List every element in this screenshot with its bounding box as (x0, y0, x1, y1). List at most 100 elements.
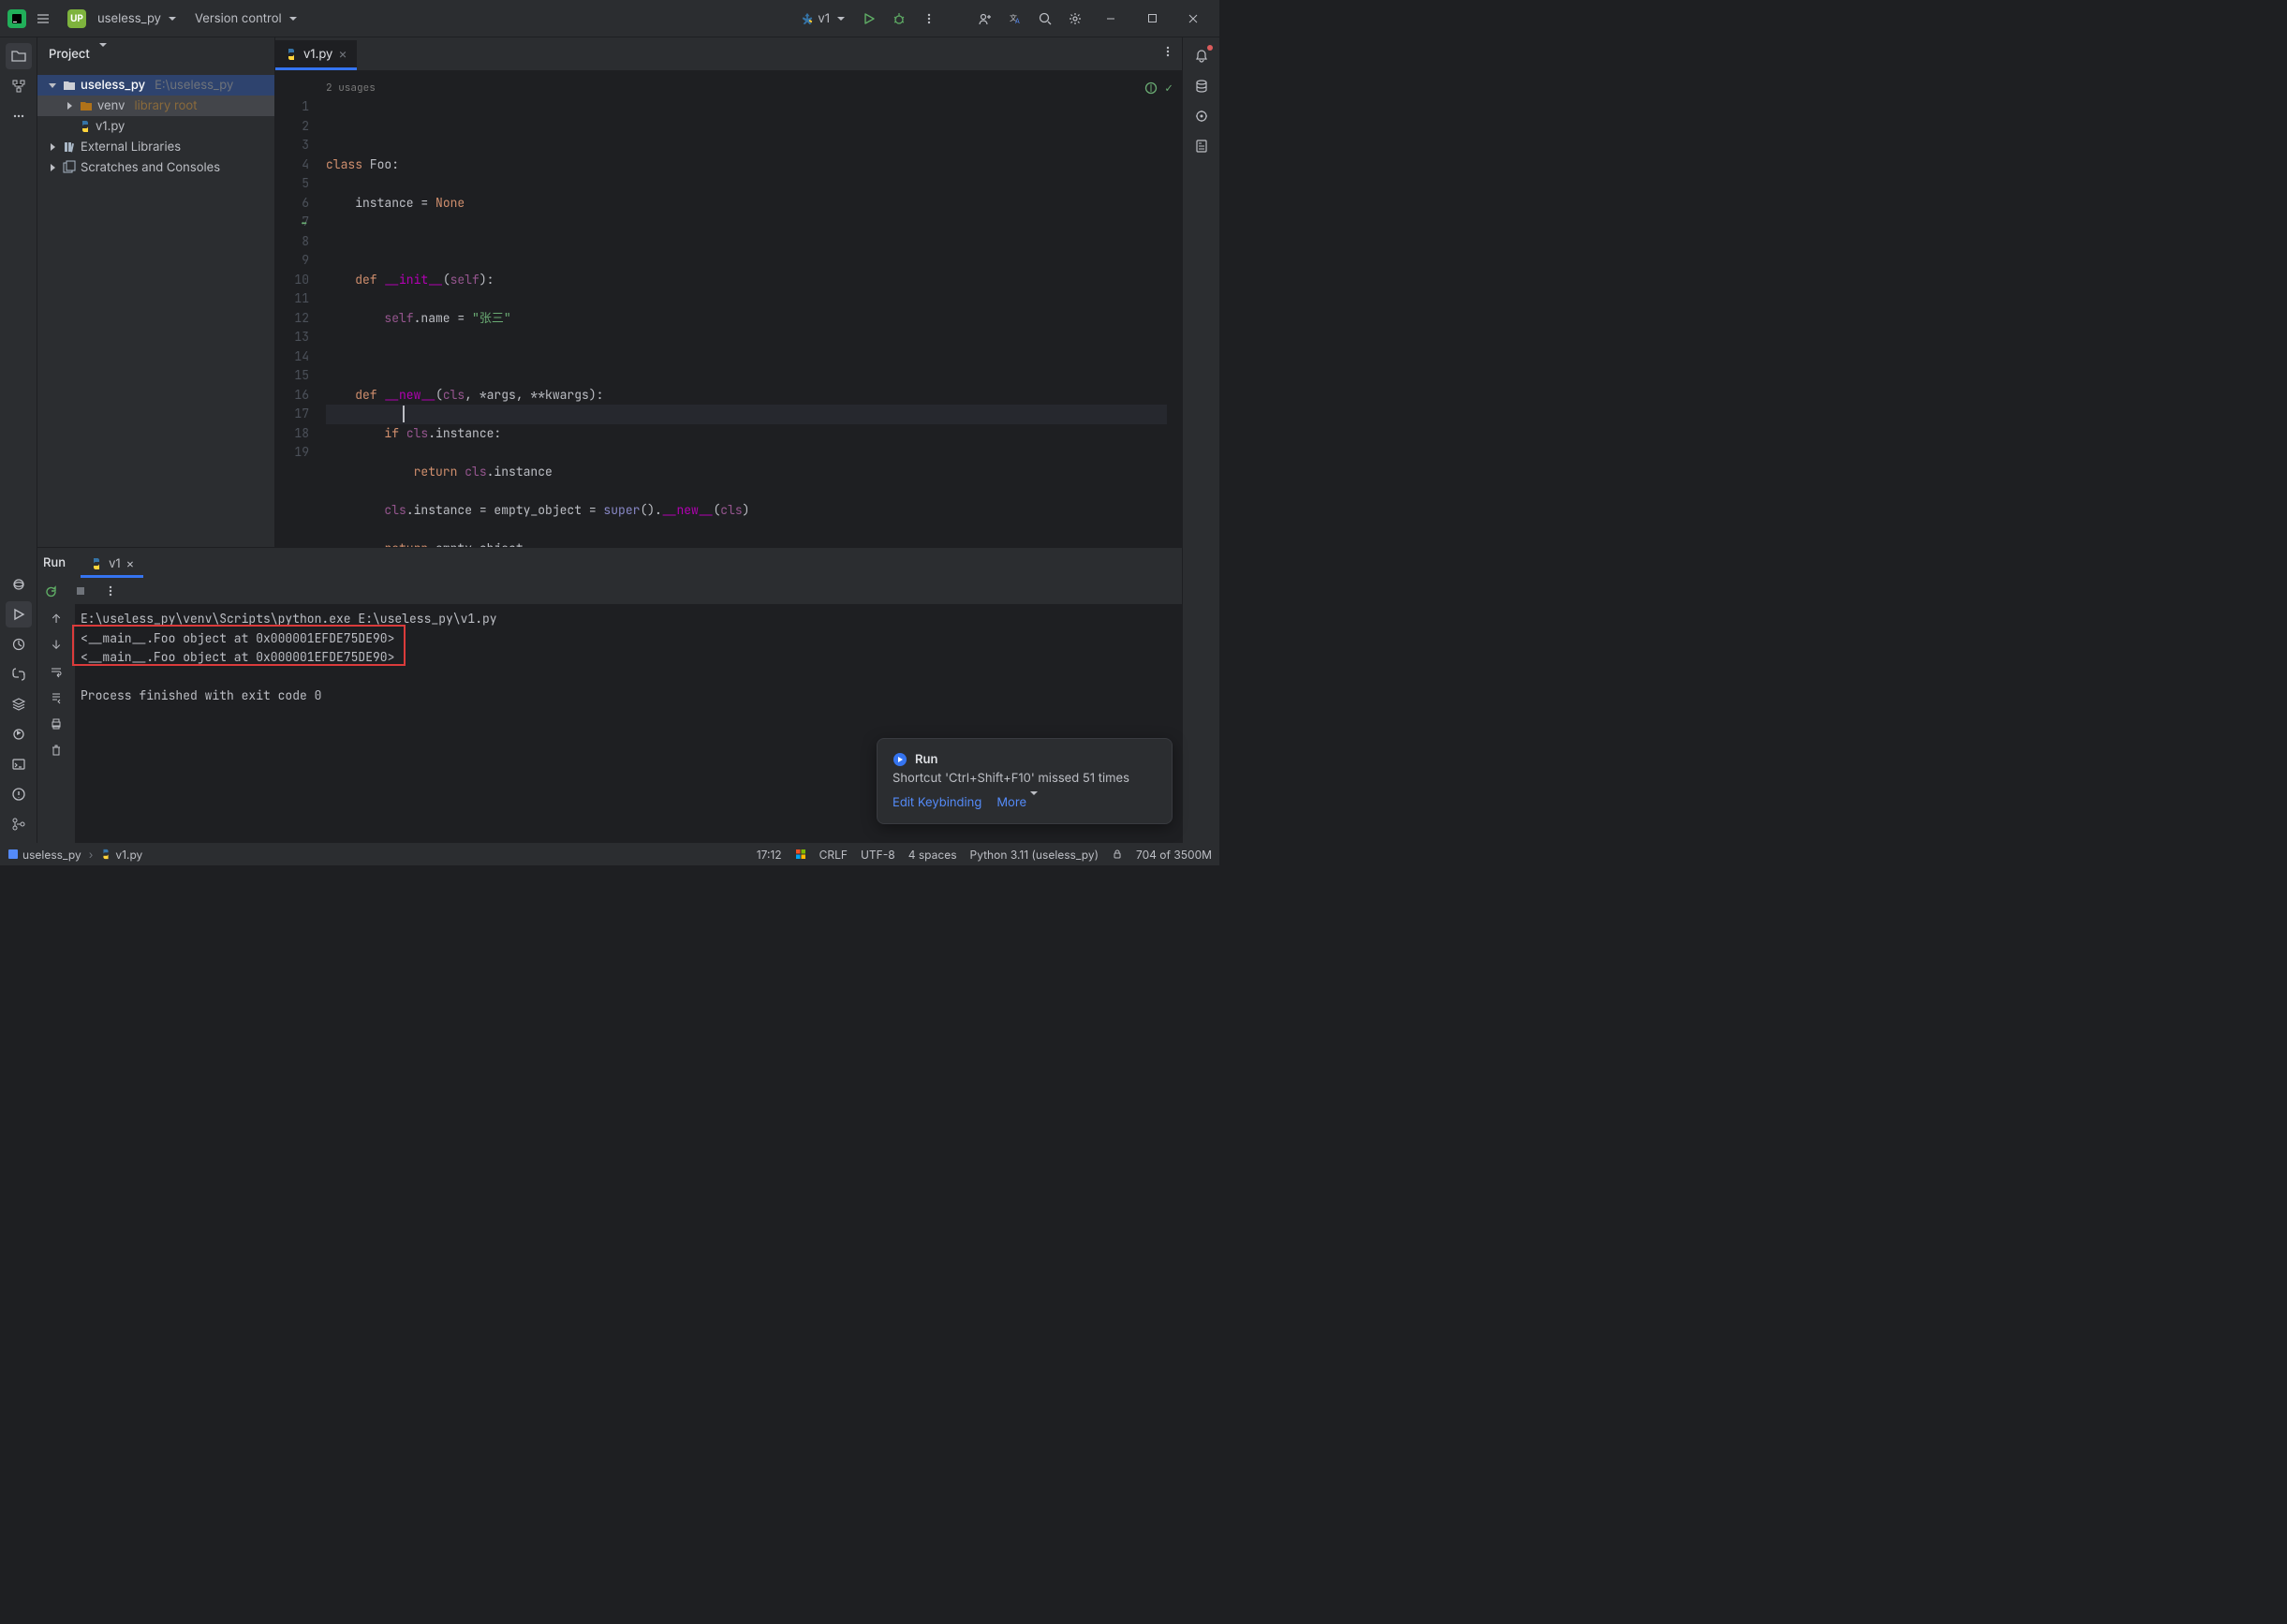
status-bar: useless_py › v1.py 17:12 CRLF UTF-8 4 sp… (0, 843, 1219, 865)
stop-button[interactable] (69, 580, 92, 602)
python-console-button[interactable] (6, 661, 32, 687)
scroll-to-end-button[interactable] (45, 687, 67, 709)
translate-button[interactable]: 文A (1002, 6, 1028, 32)
svg-text:A: A (1015, 17, 1020, 25)
tree-item-root[interactable]: useless_py E:\useless_py (37, 75, 274, 96)
folder-icon (62, 78, 77, 93)
main-menu-button[interactable] (30, 6, 56, 32)
debug-tool-button[interactable] (6, 721, 32, 747)
tree-label: External Libraries (81, 140, 181, 155)
close-run-tab-button[interactable]: × (126, 556, 135, 571)
run-more-actions[interactable] (99, 580, 122, 602)
run-tool-button[interactable] (6, 601, 32, 627)
tree-label: v1.py (96, 119, 125, 134)
console-line (81, 668, 1182, 687)
run-button[interactable] (856, 6, 882, 32)
version-control-menu[interactable]: Version control (187, 6, 304, 32)
python-packages-button[interactable] (6, 571, 32, 598)
highlight-annotation (72, 625, 406, 666)
notification-popup: Run Shortcut 'Ctrl+Shift+F10' missed 51 … (877, 738, 1173, 824)
edit-keybinding-link[interactable]: Edit Keybinding (893, 795, 981, 810)
indent-indicator[interactable]: 4 spaces (908, 848, 957, 862)
print-button[interactable] (45, 713, 67, 735)
editor-tab-label: v1.py (303, 47, 332, 62)
library-icon (62, 140, 77, 155)
more-run-actions[interactable] (916, 6, 942, 32)
close-tab-button[interactable]: × (338, 46, 347, 62)
editor-area: v1.py × 2 usages ✓ 1 2 3 4 5 6 7⬌ 8 9 10… (275, 37, 1182, 547)
project-badge-icon: UP (67, 9, 86, 28)
notifications-button[interactable] (1188, 43, 1215, 69)
tabs-more-button[interactable] (1161, 45, 1174, 58)
tree-label: venv (97, 98, 125, 113)
breadcrumb[interactable]: useless_py › v1.py (7, 848, 142, 862)
breadcrumb-segment: v1.py (115, 848, 142, 862)
debug-button[interactable] (886, 6, 912, 32)
scratches-icon (62, 160, 77, 175)
run-tabs-bar: Run v1 × (37, 548, 1182, 578)
profiler-tool-button[interactable] (6, 631, 32, 657)
tree-hint: E:\useless_py (155, 78, 233, 93)
tree-label: Scratches and Consoles (81, 160, 220, 175)
clear-all-button[interactable] (45, 739, 67, 761)
breadcrumb-segment: useless_py (22, 848, 81, 862)
interpreter-indicator[interactable]: Python 3.11 (useless_py) (970, 848, 1099, 862)
console-line: Process finished with exit code 0 (81, 687, 1182, 706)
pycharm-logo-icon (7, 9, 26, 28)
caret-position[interactable]: 17:12 (757, 848, 782, 862)
code-with-me-button[interactable] (972, 6, 998, 32)
sciview-tool-button[interactable] (1188, 103, 1215, 129)
project-tree[interactable]: useless_py E:\useless_py venv library ro… (37, 71, 274, 182)
project-panel-header[interactable]: Project (37, 37, 274, 71)
git-tool-button[interactable] (6, 811, 32, 837)
right-tool-stripe (1182, 37, 1219, 843)
encoding-indicator[interactable]: UTF-8 (861, 848, 895, 862)
problems-tool-button[interactable] (6, 781, 32, 807)
line-separator[interactable]: CRLF (819, 848, 848, 862)
editor-tabs-bar: v1.py × (275, 37, 1182, 71)
run-panel-title: Run (43, 555, 66, 570)
tree-hint: library root (134, 98, 197, 113)
memory-indicator[interactable]: 704 of 3500M (1136, 848, 1212, 862)
services-tool-button[interactable] (6, 691, 32, 717)
override-gutter-icon[interactable]: ⬌ (301, 214, 307, 234)
readonly-icon[interactable] (1112, 849, 1123, 860)
python-file-icon (90, 557, 103, 570)
tree-item-venv[interactable]: venv library root (37, 96, 274, 116)
library-folder-icon (79, 98, 94, 113)
python-file-icon (79, 120, 92, 133)
structure-tool-button[interactable] (6, 73, 32, 99)
notification-more-link[interactable]: More (996, 795, 1038, 810)
search-everywhere-button[interactable] (1032, 6, 1058, 32)
documentation-tool-button[interactable] (1188, 133, 1215, 159)
close-window-button[interactable] (1174, 6, 1212, 32)
tree-item-file[interactable]: v1.py (37, 116, 274, 137)
soft-wrap-button[interactable] (45, 660, 67, 683)
more-tools-button[interactable] (6, 103, 32, 129)
gutter[interactable]: 1 2 3 4 5 6 7⬌ 8 9 10 11 12 13 14 15 16 … (275, 71, 326, 547)
run-side-toolbar: ↑ ↓ (37, 604, 75, 843)
notification-message: Shortcut 'Ctrl+Shift+F10' missed 51 time… (893, 771, 1157, 786)
python-file-icon (285, 48, 298, 61)
code-editor[interactable]: 2 usages ✓ 1 2 3 4 5 6 7⬌ 8 9 10 11 12 1… (275, 71, 1182, 547)
terminal-tool-button[interactable] (6, 751, 32, 777)
tree-item-scratches[interactable]: Scratches and Consoles (37, 157, 274, 178)
editor-tab[interactable]: v1.py × (275, 40, 357, 70)
database-tool-button[interactable] (1188, 73, 1215, 99)
run-config-selector[interactable]: v1 (793, 6, 852, 32)
scroll-up-button[interactable]: ↑ (45, 608, 67, 630)
run-tab[interactable]: v1 × (81, 552, 143, 578)
maximize-button[interactable] (1133, 6, 1171, 32)
notification-title: Run (915, 752, 937, 767)
project-tool-button[interactable] (6, 43, 32, 69)
python-file-icon (100, 849, 111, 860)
tree-item-ext-libs[interactable]: External Libraries (37, 137, 274, 157)
minimize-button[interactable] (1092, 6, 1129, 32)
rerun-button[interactable] (39, 580, 62, 602)
run-tab-label: v1 (109, 556, 121, 571)
settings-button[interactable] (1062, 6, 1088, 32)
tree-label: useless_py (81, 78, 145, 93)
project-selector[interactable]: useless_py (90, 6, 184, 32)
scroll-down-button[interactable]: ↓ (45, 634, 67, 657)
run-icon (893, 752, 907, 767)
